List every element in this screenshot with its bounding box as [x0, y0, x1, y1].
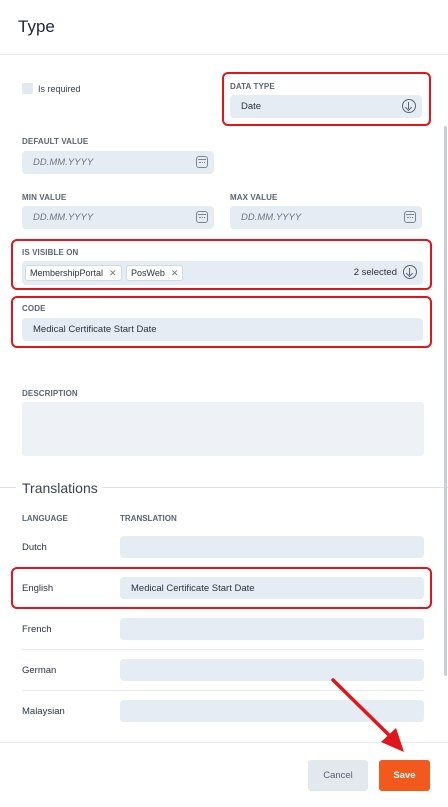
modal-header: Type — [0, 0, 448, 55]
default-value-input[interactable]: DD.MM.YYYY — [22, 151, 214, 174]
translation-header: TRANSLATION — [120, 514, 177, 523]
highlight-code — [11, 296, 432, 348]
translation-input[interactable] — [120, 659, 424, 681]
translation-row-dutch: Dutch — [22, 527, 424, 568]
divider — [0, 487, 16, 488]
language-header: LANGUAGE — [22, 514, 68, 523]
description-label: DESCRIPTION — [22, 389, 78, 398]
language-name: Dutch — [22, 542, 47, 553]
language-name: French — [22, 624, 52, 635]
translation-input[interactable] — [120, 700, 424, 722]
calendar-icon[interactable] — [196, 211, 208, 223]
page-title: Type — [18, 17, 55, 36]
is-required-label: Is required — [38, 84, 81, 94]
default-value-placeholder: DD.MM.YYYY — [33, 157, 94, 168]
max-value-placeholder: DD.MM.YYYY — [241, 212, 302, 223]
is-required-checkbox[interactable] — [22, 83, 33, 94]
min-value-placeholder: DD.MM.YYYY — [33, 212, 94, 223]
highlight-data-type — [222, 72, 431, 126]
calendar-icon[interactable] — [196, 156, 208, 168]
language-name: Malaysian — [22, 706, 65, 717]
calendar-icon[interactable] — [404, 211, 416, 223]
highlight-english — [11, 567, 432, 609]
modal-footer: Cancel Save — [0, 742, 448, 807]
language-name: German — [22, 665, 57, 676]
min-value-input[interactable]: DD.MM.YYYY — [22, 206, 214, 229]
translation-input[interactable] — [120, 618, 424, 640]
translation-row-german: German — [22, 650, 424, 691]
translation-row-french: French — [22, 609, 424, 650]
max-value-input[interactable]: DD.MM.YYYY — [230, 206, 422, 229]
save-button[interactable]: Save — [379, 760, 430, 791]
form-scroll-area[interactable]: Is required DATA TYPE Date DEFAULT VALUE… — [0, 56, 448, 742]
description-textarea[interactable] — [22, 402, 424, 456]
min-value-label: MIN VALUE — [22, 193, 67, 202]
max-value-label: MAX VALUE — [230, 193, 278, 202]
scrollbar[interactable] — [444, 126, 447, 676]
translation-row-malaysian: Malaysian — [22, 691, 424, 732]
highlight-is-visible-on — [11, 239, 432, 290]
divider — [102, 487, 448, 488]
translation-input[interactable] — [120, 536, 424, 558]
cancel-button[interactable]: Cancel — [308, 760, 368, 791]
translations-title: Translations — [22, 480, 98, 496]
default-value-label: DEFAULT VALUE — [22, 137, 89, 146]
